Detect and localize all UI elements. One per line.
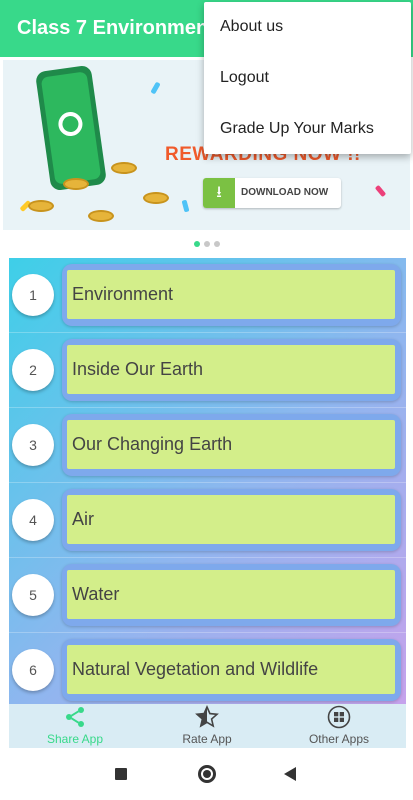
star-icon	[195, 705, 219, 728]
menu-item-grade-up[interactable]: Grade Up Your Marks	[204, 104, 411, 154]
system-navigation-bar	[0, 748, 413, 800]
rate-app-tab[interactable]: Rate App	[141, 704, 273, 748]
app-title: Class 7 Environment	[17, 17, 215, 39]
download-now-button[interactable]: ⭳ DOWNLOAD NOW	[203, 178, 341, 208]
download-icon: ⭳	[203, 178, 235, 208]
chapter-title: Water	[72, 584, 120, 604]
menu-item-label: Logout	[220, 69, 269, 86]
share-icon	[66, 707, 84, 727]
pager-dot	[203, 241, 210, 247]
chapter-card[interactable]: Inside Our Earth	[62, 339, 401, 401]
app-screen: Class 7 Environment REWARDING NOW !! ⭳ D…	[0, 0, 413, 800]
chapter-list: 1 Environment 2 Inside Our Earth 3 Our C…	[9, 258, 406, 704]
rate-app-label: Rate App	[182, 732, 232, 746]
bottom-navigation: Share App Rate App Other Apps	[9, 704, 406, 748]
chapter-card[interactable]: Air	[62, 489, 401, 551]
confetti	[150, 81, 161, 95]
other-apps-label: Other Apps	[308, 732, 370, 746]
overflow-menu: About us Logout Grade Up Your Marks	[204, 2, 411, 154]
chapter-row[interactable]: 6 Natural Vegetation and Wildlife	[9, 633, 406, 704]
menu-item-label: About us	[220, 18, 284, 35]
chapter-title: Natural Vegetation and Wildlife	[72, 659, 319, 679]
chapter-number-badge: 1	[12, 274, 54, 316]
share-app-label: Share App	[46, 732, 104, 746]
chapter-number-badge: 3	[12, 424, 54, 466]
chapter-row[interactable]: 4 Air	[9, 483, 406, 558]
chapter-number-badge: 2	[12, 349, 54, 391]
chapter-row[interactable]: 5 Water	[9, 558, 406, 633]
confetti	[374, 184, 387, 198]
chapter-row[interactable]: 1 Environment	[9, 258, 406, 333]
coin-illustration	[143, 192, 169, 204]
menu-item-logout[interactable]: Logout	[204, 53, 411, 103]
coin-illustration	[28, 200, 54, 212]
home-icon[interactable]	[198, 765, 216, 783]
menu-item-about-us[interactable]: About us	[204, 2, 411, 52]
chapter-title: Inside Our Earth	[72, 359, 204, 379]
confetti	[181, 199, 190, 213]
coin-illustration	[63, 178, 89, 190]
download-now-label: DOWNLOAD NOW	[241, 187, 329, 198]
chapter-title: Air	[72, 509, 94, 529]
chapter-title: Our Changing Earth	[72, 434, 233, 454]
chapter-row[interactable]: 2 Inside Our Earth	[9, 333, 406, 408]
share-app-tab[interactable]: Share App	[9, 704, 141, 748]
chapter-number-badge: 6	[12, 649, 54, 691]
menu-item-label: Grade Up Your Marks	[220, 120, 374, 137]
pager-dot-active	[193, 241, 200, 247]
chapter-row[interactable]: 3 Our Changing Earth	[9, 408, 406, 483]
recents-icon[interactable]	[115, 768, 127, 780]
chapter-title: Environment	[72, 284, 174, 304]
chapter-card[interactable]: Natural Vegetation and Wildlife	[62, 639, 401, 701]
chapter-number-badge: 4	[12, 499, 54, 541]
chapter-number-badge: 5	[12, 574, 54, 616]
chapter-card[interactable]: Our Changing Earth	[62, 414, 401, 476]
coin-illustration	[111, 162, 137, 174]
back-icon[interactable]	[284, 767, 296, 781]
other-apps-tab[interactable]: Other Apps	[273, 704, 405, 748]
coin-illustration	[88, 210, 114, 222]
phone-illustration	[34, 64, 108, 192]
chapter-card[interactable]: Water	[62, 564, 401, 626]
grid-icon	[327, 705, 351, 729]
chapter-card[interactable]: Environment	[62, 264, 401, 326]
pager-dot	[213, 241, 220, 247]
banner-pager-dots	[0, 234, 413, 252]
